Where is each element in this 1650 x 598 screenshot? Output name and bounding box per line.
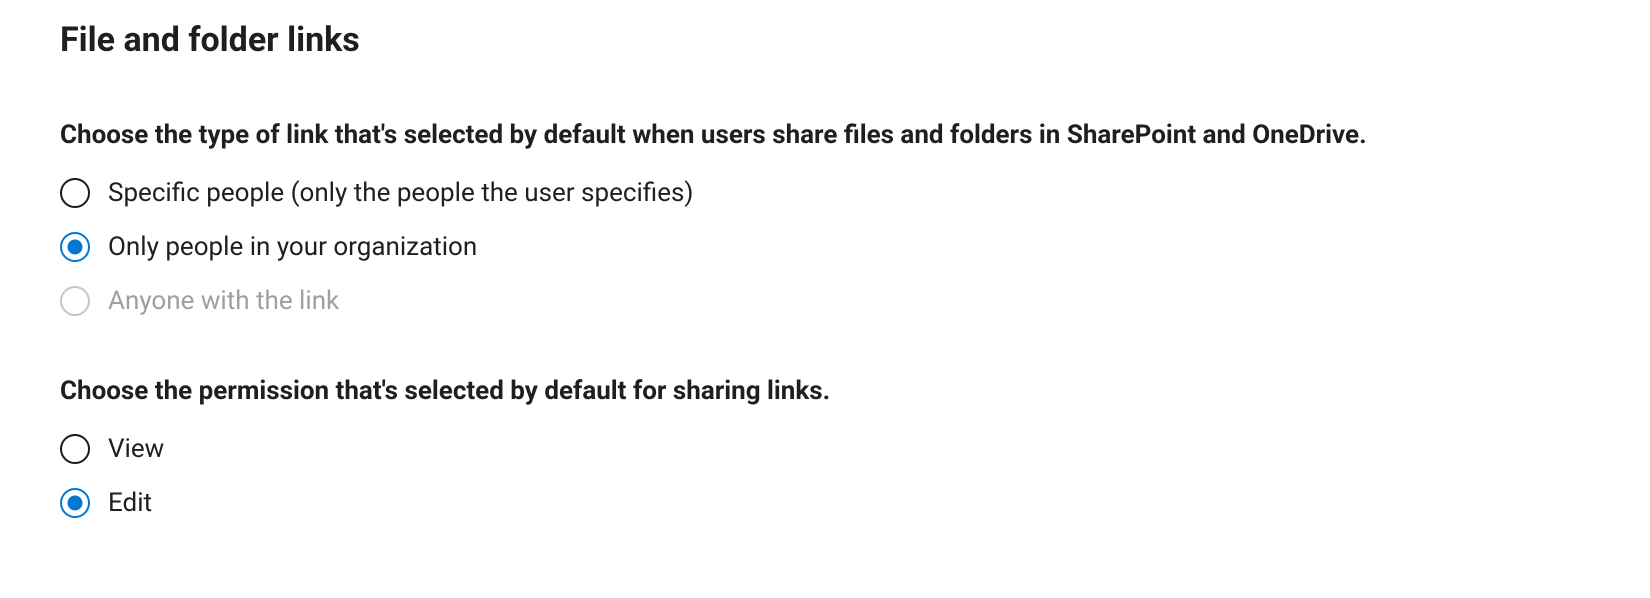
radio-anyone-with-link: Anyone with the link bbox=[60, 286, 1590, 316]
radio-permission-view[interactable]: View bbox=[60, 434, 1590, 464]
radio-label: View bbox=[108, 434, 164, 464]
permission-radio-group: View Edit bbox=[60, 434, 1590, 518]
radio-circle-icon bbox=[60, 488, 90, 518]
radio-label: Specific people (only the people the use… bbox=[108, 178, 693, 208]
link-type-subtitle: Choose the type of link that's selected … bbox=[60, 120, 1590, 150]
radio-people-in-org[interactable]: Only people in your organization bbox=[60, 232, 1590, 262]
section-title: File and folder links bbox=[60, 20, 1590, 60]
radio-label: Anyone with the link bbox=[108, 286, 339, 316]
radio-circle-icon bbox=[60, 232, 90, 262]
radio-label: Edit bbox=[108, 488, 152, 518]
radio-circle-icon bbox=[60, 178, 90, 208]
radio-permission-edit[interactable]: Edit bbox=[60, 488, 1590, 518]
radio-label: Only people in your organization bbox=[108, 232, 477, 262]
permission-subtitle: Choose the permission that's selected by… bbox=[60, 376, 1590, 406]
radio-circle-icon bbox=[60, 434, 90, 464]
radio-specific-people[interactable]: Specific people (only the people the use… bbox=[60, 178, 1590, 208]
link-type-radio-group: Specific people (only the people the use… bbox=[60, 178, 1590, 316]
radio-circle-icon bbox=[60, 286, 90, 316]
